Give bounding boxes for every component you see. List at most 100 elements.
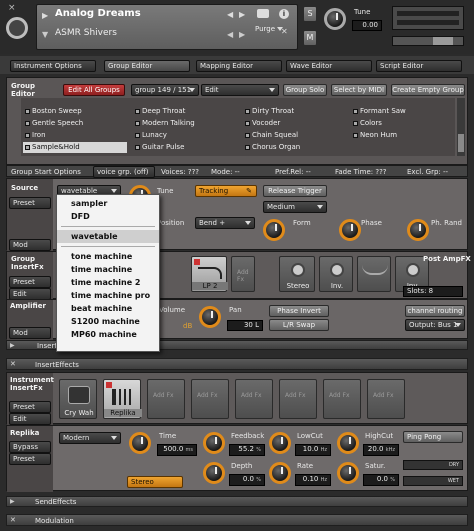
output-select[interactable]: Output: Bus 1 [405,319,465,331]
info-icon[interactable]: i [279,9,289,19]
select-by-midi-button[interactable]: Select by MIDI [331,84,387,96]
fx-slot-replika[interactable]: Replika [103,379,142,419]
form-knob[interactable] [263,219,285,241]
next-instrument-icon[interactable]: ▶ [239,10,245,19]
pan-value[interactable]: 30 L [227,320,263,331]
menu-item-s1200-machine[interactable]: S1200 machine [57,315,159,328]
menu-item-tone-machine[interactable]: tone machine [57,250,159,263]
group-solo-button[interactable]: Group Solo [283,84,327,96]
saturation-value[interactable]: 0.0 % [363,474,399,486]
stereo-button[interactable]: Stereo [127,476,183,488]
wet-slider[interactable]: WET [403,476,463,486]
snapshot-name[interactable]: ASMR Shivers [55,28,117,38]
list-item[interactable]: Lunacy [133,130,237,141]
phase-random-knob[interactable] [407,219,429,241]
instrument-insert-preset-button[interactable]: Preset [9,401,51,413]
list-item[interactable]: Gentle Speech [23,118,127,129]
list-item[interactable]: Colors [351,118,451,129]
fx-slot-wave[interactable] [357,256,391,292]
menu-item-dfd[interactable]: DFD [57,210,159,223]
menu-item-mp60-machine[interactable]: MP60 machine [57,328,159,341]
list-item[interactable]: Chorus Organ [243,142,347,153]
list-item[interactable]: Vocoder [243,118,347,129]
tab-group-editor[interactable]: Group Editor [104,60,190,72]
list-item[interactable]: Modern Talking [133,118,237,129]
lr-swap-button[interactable]: L/R Swap [269,319,329,331]
group-selector[interactable]: group 149 / 151 [131,84,199,96]
fx-slot-add[interactable]: Add Fx [147,379,185,419]
close-icon[interactable]: × [8,3,18,13]
menu-item-time-machine[interactable]: time machine [57,263,159,276]
list-item[interactable]: Neon Hum [351,130,451,141]
voices-readout[interactable]: Voices: ??? [161,168,199,176]
pan-knob[interactable] [199,306,221,328]
bend-select[interactable]: Bend + [195,217,255,229]
menu-item-beat-machine[interactable]: beat machine [57,302,159,315]
source-preset-button[interactable]: Preset [9,197,51,209]
feedback-knob[interactable] [203,432,225,454]
close-icon[interactable]: ✕ [10,360,16,368]
time-knob[interactable] [129,432,151,454]
list-item[interactable]: Formant Saw [351,106,451,117]
depth-value[interactable]: 0.0 % [229,474,265,486]
amplifier-mod-button[interactable]: Mod [9,327,51,339]
pref-rel-readout[interactable]: Pref.Rel: -- [275,168,311,176]
phase-invert-button[interactable]: Phase Invert [269,305,329,317]
menu-item-time-machine-2[interactable]: time machine 2 [57,276,159,289]
saturation-knob[interactable] [337,462,359,484]
fx-slot-stereo[interactable]: Stereo [279,256,315,292]
replika-mode-select[interactable]: Modern [59,432,121,444]
highcut-value[interactable]: 20.0 kHz [363,444,399,456]
time-value[interactable]: 500.0 ms [157,444,197,456]
rate-knob[interactable] [269,462,291,484]
modulation-header[interactable]: ✕ Modulation [6,514,468,526]
list-item[interactable]: Dirty Throat [243,106,347,117]
replika-preset-button[interactable]: Preset [9,453,51,465]
list-item[interactable]: Guitar Pulse [133,142,237,153]
instrument-name-arrow-icon[interactable]: ▶ [42,11,48,20]
lowcut-value[interactable]: 10.0 Hz [295,444,331,456]
tab-script-editor[interactable]: Script Editor [376,60,462,72]
create-empty-group-button[interactable]: Create Empty Group [391,84,465,96]
source-mod-button[interactable]: Mod [9,239,51,251]
fx-slot-cry-wah[interactable]: Cry Wah [59,379,97,419]
tab-mapping-editor[interactable]: Mapping Editor [196,60,282,72]
fx-slot-add[interactable]: Add Fx [367,379,405,419]
highcut-knob[interactable] [337,432,359,454]
close-icon[interactable]: ✕ [10,516,16,524]
group-insert-preset-button[interactable]: Preset [9,276,51,288]
snapshot-arrow-icon[interactable]: ▼ [42,30,48,39]
feedback-value[interactable]: 55.2 % [229,444,265,456]
fx-slot-add[interactable]: Add Fx [235,379,273,419]
fx-power-icon[interactable] [106,382,112,388]
aux-slider[interactable] [392,36,464,46]
list-item[interactable]: Deep Throat [133,106,237,117]
excl-group-readout[interactable]: Excl. Grp: -- [407,168,448,176]
solo-button[interactable]: S [303,6,317,22]
phase-knob[interactable] [339,219,361,241]
menu-item-time-machine-pro[interactable]: time machine pro [57,289,159,302]
mode-readout[interactable]: Mode: -- [211,168,240,176]
edit-all-groups-button[interactable]: Edit All Groups [63,84,125,96]
fx-power-icon[interactable] [194,259,200,265]
fx-slot-inv-1[interactable]: Inv. [319,256,353,292]
quality-select[interactable]: Medium [263,201,327,213]
menu-item-wavetable[interactable]: wavetable [57,230,159,243]
group-list-scrollbar[interactable] [457,98,465,156]
depth-knob[interactable] [203,462,225,484]
tab-instrument-options[interactable]: Instrument Options [10,60,96,72]
purge-button[interactable]: Purge [255,25,284,33]
delete-icon[interactable]: ✕ [281,27,288,36]
tab-wave-editor[interactable]: Wave Editor [286,60,372,72]
fx-slot-add[interactable]: Add Fx [279,379,317,419]
voice-group-select[interactable]: voice grp. (off) [93,166,155,178]
channel-routing-button[interactable]: channel routing [405,305,465,317]
fx-slot-add[interactable]: Add Fx [323,379,361,419]
camera-icon[interactable] [257,9,269,18]
menu-item-sampler[interactable]: sampler [57,197,159,210]
list-item[interactable]: Boston Sweep [23,106,127,117]
fx-slot-add[interactable]: Add Fx [231,256,255,292]
replika-bypass-button[interactable]: Bypass [9,441,51,453]
list-item[interactable]: Chain Squeal [243,130,347,141]
prev-instrument-icon[interactable]: ◀ [227,10,233,19]
